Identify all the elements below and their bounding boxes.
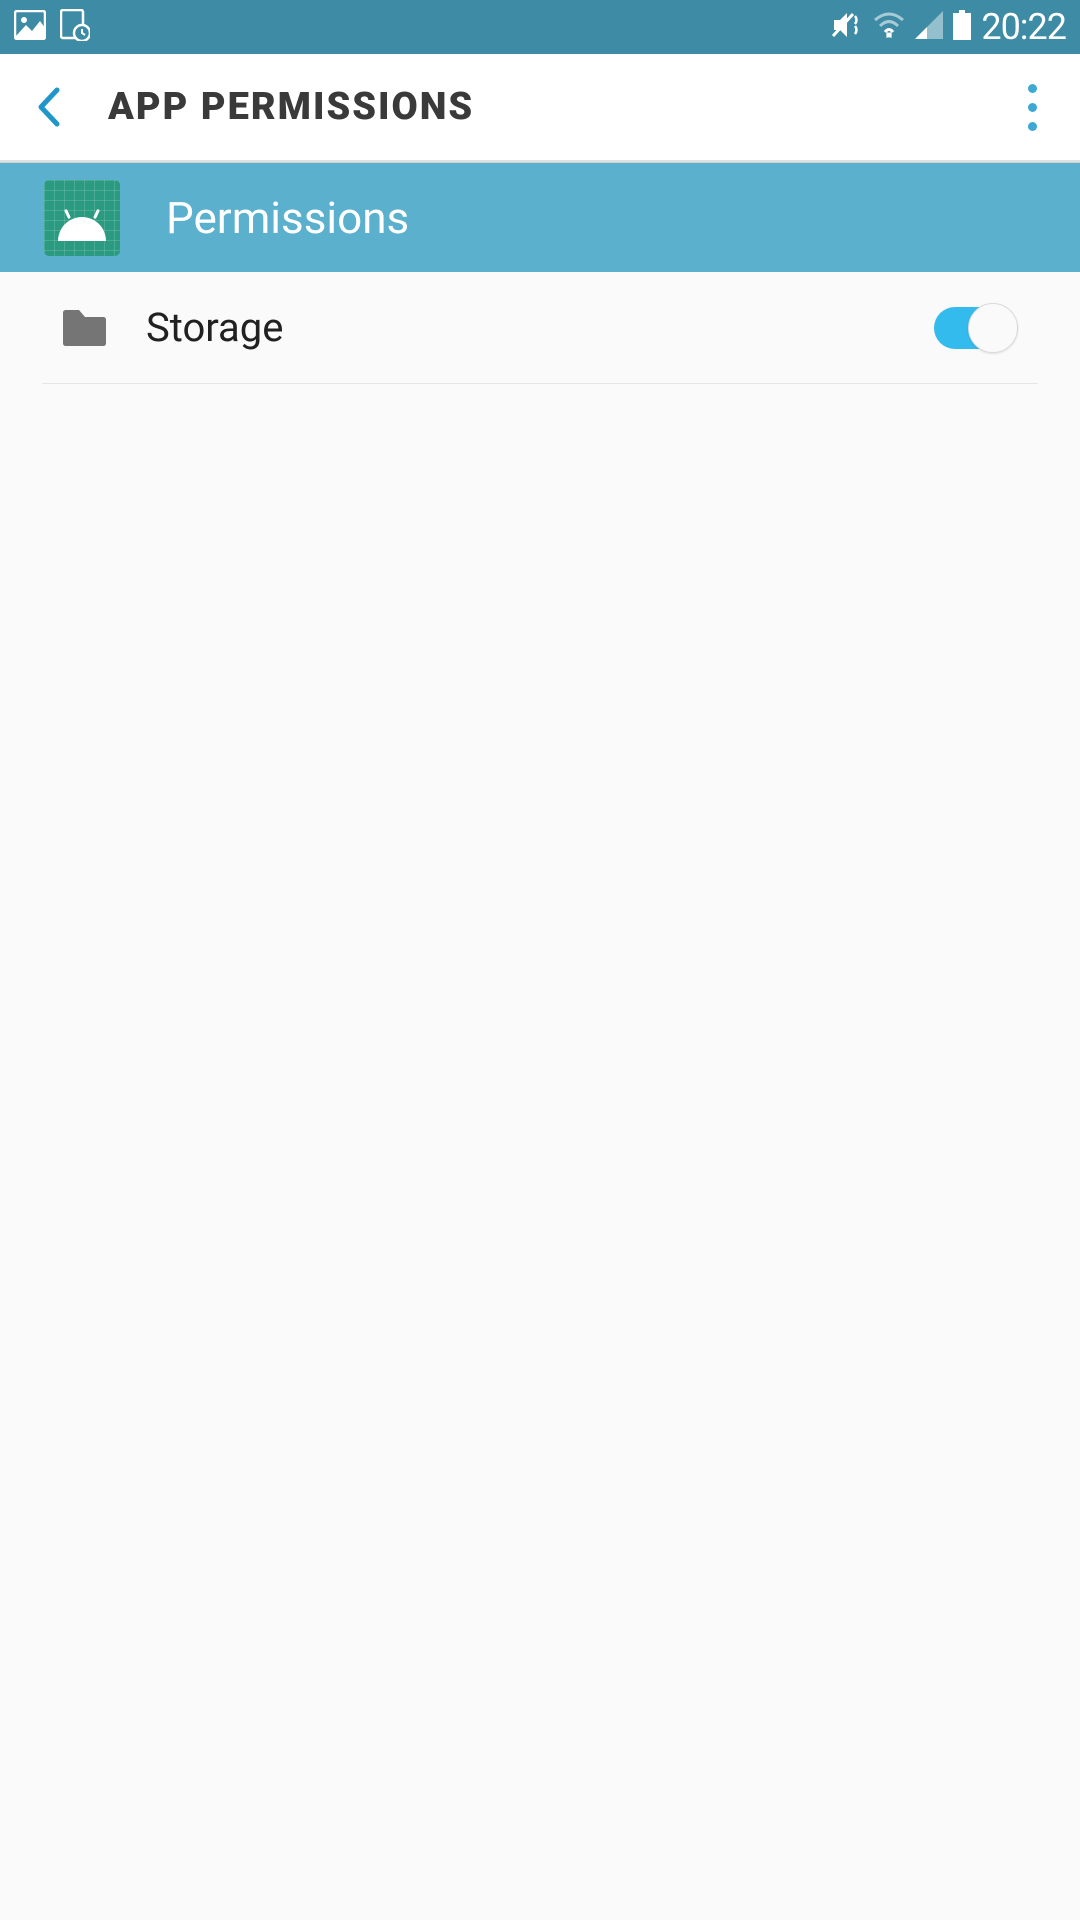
permission-row-storage[interactable]: Storage xyxy=(42,272,1038,384)
android-icon xyxy=(58,217,106,241)
app-header: Permissions xyxy=(0,162,1080,272)
more-dot-icon xyxy=(1028,122,1037,131)
status-time: 20:22 xyxy=(981,6,1066,48)
more-dot-icon xyxy=(1028,84,1037,93)
wifi-icon xyxy=(873,12,905,42)
tablet-clock-icon xyxy=(60,9,90,45)
picture-icon xyxy=(14,10,46,44)
battery-icon xyxy=(953,10,971,44)
more-menu-button[interactable] xyxy=(1008,83,1056,131)
signal-icon xyxy=(915,11,943,43)
app-icon xyxy=(44,180,120,256)
header-title: Permissions xyxy=(166,192,409,244)
more-dot-icon xyxy=(1028,103,1037,112)
app-bar: APP PERMISSIONS xyxy=(0,54,1080,162)
back-button[interactable] xyxy=(24,83,72,131)
page-title: APP PERMISSIONS xyxy=(108,85,1008,129)
chevron-left-icon xyxy=(35,86,61,128)
status-bar: 20:22 xyxy=(0,0,1080,54)
folder-icon xyxy=(60,304,108,352)
permission-label: Storage xyxy=(146,304,934,351)
toggle-thumb xyxy=(968,303,1018,353)
status-right-icons: 20:22 xyxy=(831,6,1066,48)
storage-toggle[interactable] xyxy=(934,303,1018,353)
vibrate-mute-icon xyxy=(831,10,863,44)
permissions-list: Storage xyxy=(0,272,1080,384)
status-left-icons xyxy=(14,9,90,45)
